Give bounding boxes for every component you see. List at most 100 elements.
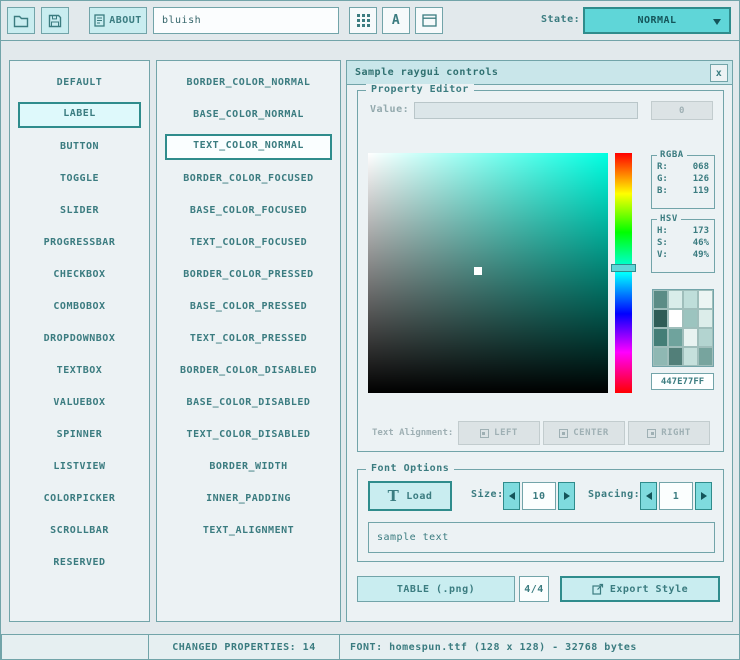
align-left-icon — [480, 429, 489, 438]
list-item[interactable]: LISTVIEW — [18, 454, 141, 480]
about-button[interactable]: ABOUT — [89, 7, 147, 34]
palette-swatch[interactable] — [683, 347, 698, 366]
list-item[interactable]: BORDER_COLOR_FOCUSED — [165, 166, 332, 192]
hsv-v-row: V: 49% — [652, 249, 714, 261]
list-item[interactable]: RESERVED — [18, 550, 141, 576]
list-item[interactable]: COLORPICKER — [18, 486, 141, 512]
g-label: G: — [657, 174, 668, 184]
list-item[interactable]: TEXTBOX — [18, 358, 141, 384]
spacing-decrement-button[interactable] — [640, 482, 657, 510]
v-label: V: — [657, 250, 668, 260]
size-increment-button[interactable] — [558, 482, 575, 510]
palette-swatch[interactable] — [698, 328, 713, 347]
value-slider[interactable] — [414, 102, 638, 119]
palette-swatch[interactable] — [653, 328, 668, 347]
palette-swatch[interactable] — [653, 347, 668, 366]
value-button[interactable]: 0 — [651, 101, 713, 120]
palette-swatch[interactable] — [698, 309, 713, 328]
hex-value: 447E77FF — [661, 377, 704, 387]
palette-swatch[interactable] — [668, 328, 683, 347]
rgba-group-label: RGBA — [657, 150, 687, 160]
style-name-input[interactable] — [153, 7, 339, 34]
state-dropdown[interactable]: NORMAL — [583, 7, 731, 34]
color-picker-panel[interactable] — [368, 153, 608, 393]
list-item[interactable]: SLIDER — [18, 198, 141, 224]
palette-swatch[interactable] — [683, 309, 698, 328]
align-right-icon — [647, 429, 656, 438]
list-item[interactable]: BASE_COLOR_DISABLED — [165, 390, 332, 416]
list-item[interactable]: BORDER_COLOR_DISABLED — [165, 358, 332, 384]
palette-swatch[interactable] — [653, 290, 668, 309]
align-right-button[interactable]: RIGHT — [628, 421, 710, 445]
list-item[interactable]: SCROLLBAR — [18, 518, 141, 544]
list-item[interactable]: INNER_PADDING — [165, 486, 332, 512]
align-left-button[interactable]: LEFT — [458, 421, 540, 445]
page-indicator[interactable]: 4/4 — [519, 576, 549, 602]
style-table-view-button[interactable] — [349, 7, 377, 34]
v-value: 49% — [693, 250, 709, 260]
palette-swatch[interactable] — [698, 347, 713, 366]
list-item[interactable]: TEXT_COLOR_DISABLED — [165, 422, 332, 448]
list-item[interactable]: SPINNER — [18, 422, 141, 448]
spacing-increment-button[interactable] — [695, 482, 712, 510]
palette-swatch[interactable] — [683, 328, 698, 347]
align-center-label: CENTER — [573, 428, 609, 438]
size-decrement-button[interactable] — [503, 482, 520, 510]
r-label: R: — [657, 162, 668, 172]
font-icon: A — [392, 13, 400, 28]
spacing-value-box[interactable]: 1 — [659, 482, 693, 510]
list-item[interactable]: BASE_COLOR_NORMAL — [165, 102, 332, 128]
font-view-button[interactable]: A — [382, 7, 410, 34]
list-item[interactable]: PROGRESSBAR — [18, 230, 141, 256]
list-item[interactable]: CHECKBOX — [18, 262, 141, 288]
hue-bar[interactable] — [615, 153, 632, 393]
window-view-button[interactable] — [415, 7, 443, 34]
changed-properties-text: CHANGED PROPERTIES: 14 — [172, 642, 315, 653]
h-label: H: — [657, 226, 668, 236]
font-load-label: Load — [406, 491, 432, 502]
font-load-button[interactable]: T Load — [368, 481, 452, 511]
list-item[interactable]: BUTTON — [18, 134, 141, 160]
list-item[interactable]: TEXT_COLOR_PRESSED — [165, 326, 332, 352]
list-item[interactable]: BASE_COLOR_FOCUSED — [165, 198, 332, 224]
align-center-button[interactable]: CENTER — [543, 421, 625, 445]
list-item[interactable]: DROPDOWNBOX — [18, 326, 141, 352]
export-style-button[interactable]: Export Style — [560, 576, 720, 602]
window-close-button[interactable]: x — [710, 64, 728, 82]
window-title: Sample raygui controls — [355, 67, 498, 78]
hue-bar-cursor[interactable] — [611, 264, 636, 272]
list-item[interactable]: BASE_COLOR_PRESSED — [165, 294, 332, 320]
table-export-format-button[interactable]: TABLE (.png) — [357, 576, 515, 602]
list-item-selected[interactable]: LABEL — [18, 102, 141, 128]
size-value-box[interactable]: 10 — [522, 482, 556, 510]
s-label: S: — [657, 238, 668, 248]
list-item[interactable]: TOGGLE — [18, 166, 141, 192]
palette-swatch[interactable] — [668, 290, 683, 309]
h-value: 173 — [693, 226, 709, 236]
palette-swatch[interactable] — [698, 290, 713, 309]
rgba-b-row: B: 119 — [652, 185, 714, 197]
open-style-button[interactable] — [7, 7, 35, 34]
list-item-selected[interactable]: TEXT_COLOR_NORMAL — [165, 134, 332, 160]
list-item[interactable]: TEXT_ALIGNMENT — [165, 518, 332, 544]
spacing-value: 1 — [673, 491, 680, 502]
list-item[interactable]: BORDER_COLOR_PRESSED — [165, 262, 332, 288]
window-titlebar[interactable]: Sample raygui controls — [347, 61, 732, 85]
list-item[interactable]: TEXT_COLOR_FOCUSED — [165, 230, 332, 256]
palette-swatch[interactable] — [653, 309, 668, 328]
save-style-button[interactable] — [41, 7, 69, 34]
palette-swatch[interactable] — [668, 309, 683, 328]
export-style-label: Export Style — [610, 584, 688, 595]
size-value: 10 — [532, 491, 545, 502]
list-item[interactable]: VALUEBOX — [18, 390, 141, 416]
palette-swatch[interactable] — [683, 290, 698, 309]
hex-value-textbox[interactable]: 447E77FF — [651, 373, 714, 390]
palette-swatch[interactable] — [668, 347, 683, 366]
list-item[interactable]: BORDER_COLOR_NORMAL — [165, 70, 332, 96]
sample-text-box[interactable]: sample text — [368, 522, 715, 553]
list-item[interactable]: BORDER_WIDTH — [165, 454, 332, 480]
list-item[interactable]: DEFAULT — [18, 70, 141, 96]
list-item[interactable]: COMBOBOX — [18, 294, 141, 320]
hsv-s-row: S: 46% — [652, 237, 714, 249]
color-picker-cursor[interactable] — [474, 267, 482, 275]
